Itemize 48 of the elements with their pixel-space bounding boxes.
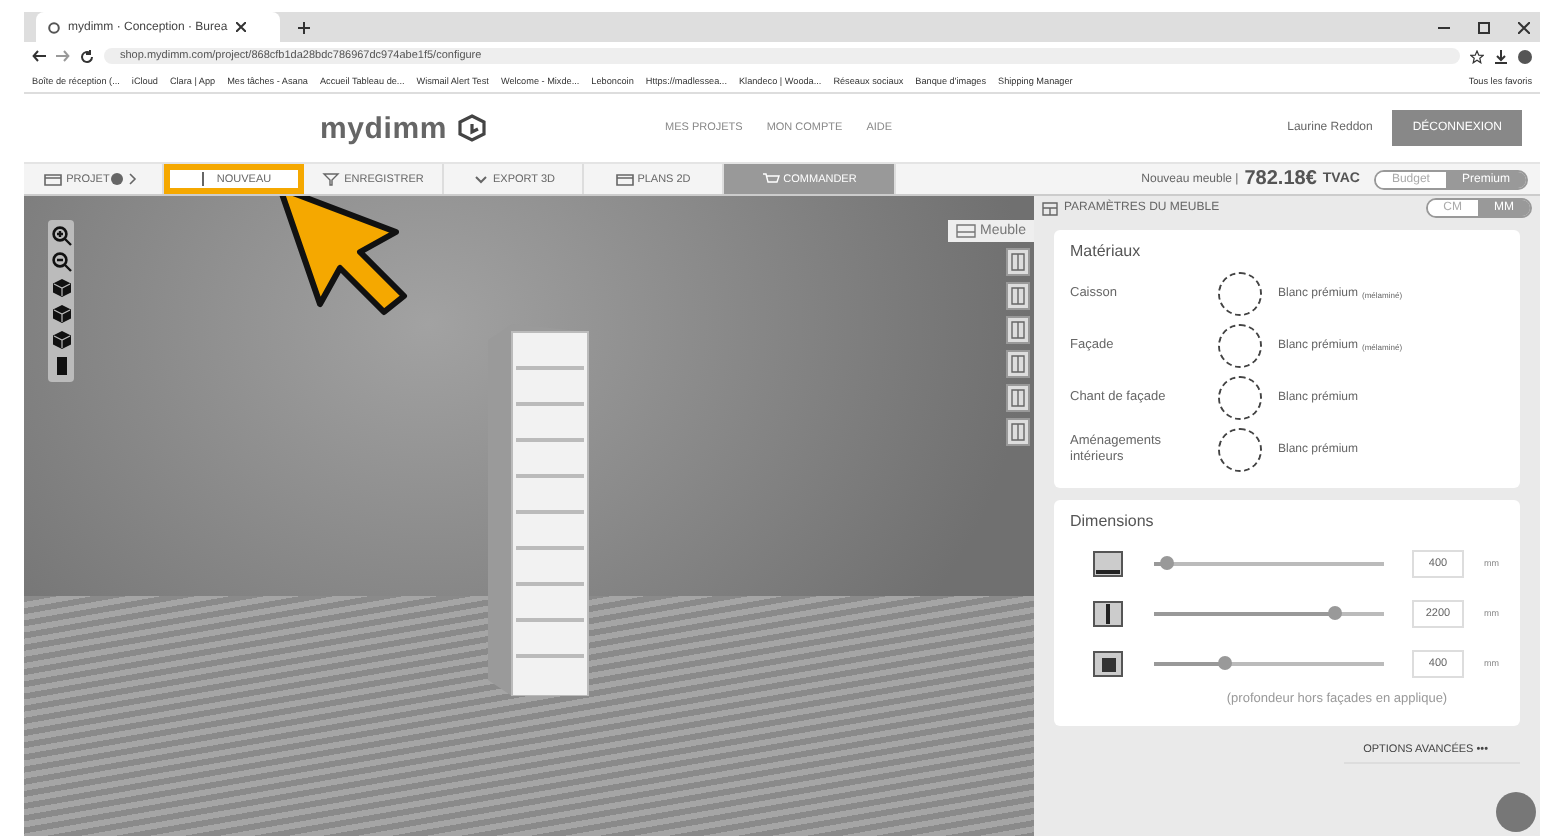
tool-icon[interactable] xyxy=(1006,316,1030,344)
material-swatch[interactable] xyxy=(1218,376,1262,420)
cube-icon[interactable] xyxy=(51,304,71,324)
door-icon[interactable] xyxy=(51,356,71,376)
reload-icon[interactable] xyxy=(80,49,94,63)
material-swatch[interactable] xyxy=(1218,428,1262,472)
folder-icon xyxy=(44,172,63,186)
furniture-icon xyxy=(956,224,977,238)
zoom-in-icon[interactable] xyxy=(51,226,71,246)
material-swatch[interactable] xyxy=(1218,324,1262,368)
close-icon[interactable] xyxy=(235,22,246,32)
tool-icon[interactable] xyxy=(1006,248,1030,276)
folder-icon xyxy=(615,172,634,186)
forward-icon[interactable] xyxy=(56,50,70,62)
back-icon[interactable] xyxy=(32,50,46,62)
cube-logo-icon xyxy=(457,114,485,142)
tool-icon[interactable] xyxy=(1006,384,1030,412)
tool-icon[interactable] xyxy=(1006,282,1030,310)
star-icon[interactable] xyxy=(1470,49,1484,63)
material-swatch[interactable] xyxy=(1218,272,1262,316)
profile-avatar[interactable] xyxy=(1518,49,1532,63)
cube-icon[interactable] xyxy=(51,278,71,298)
price-amount: 782.18€ xyxy=(1244,168,1317,190)
height-icon xyxy=(1090,597,1126,629)
info-chevron-icon xyxy=(109,172,138,186)
restore-icon[interactable] xyxy=(1478,21,1490,33)
panel-icon xyxy=(1042,201,1058,215)
cart-icon xyxy=(761,172,780,186)
section-title: Matériaux xyxy=(1070,242,1143,260)
logo-text: mydimm xyxy=(320,111,447,145)
tool-icon[interactable] xyxy=(1006,418,1030,446)
width-icon xyxy=(1090,547,1126,579)
close-icon[interactable] xyxy=(1518,21,1530,33)
slider-thumb[interactable] xyxy=(1327,605,1342,619)
depth-icon xyxy=(1090,647,1126,679)
slider-thumb[interactable] xyxy=(1159,555,1174,569)
new-tab-icon[interactable] xyxy=(298,21,310,33)
section-title: Dimensions xyxy=(1070,512,1156,530)
funnel-icon xyxy=(322,172,341,186)
slider-thumb[interactable] xyxy=(1217,655,1231,669)
zoom-out-icon[interactable] xyxy=(51,252,71,272)
page-icon xyxy=(48,21,60,33)
minimize-icon[interactable] xyxy=(1438,21,1450,33)
cube-icon[interactable] xyxy=(51,330,71,350)
tool-icon[interactable] xyxy=(1006,350,1030,378)
chevron-icon xyxy=(471,172,489,186)
download-icon[interactable] xyxy=(1494,49,1508,63)
chat-avatar[interactable] xyxy=(1496,792,1536,832)
